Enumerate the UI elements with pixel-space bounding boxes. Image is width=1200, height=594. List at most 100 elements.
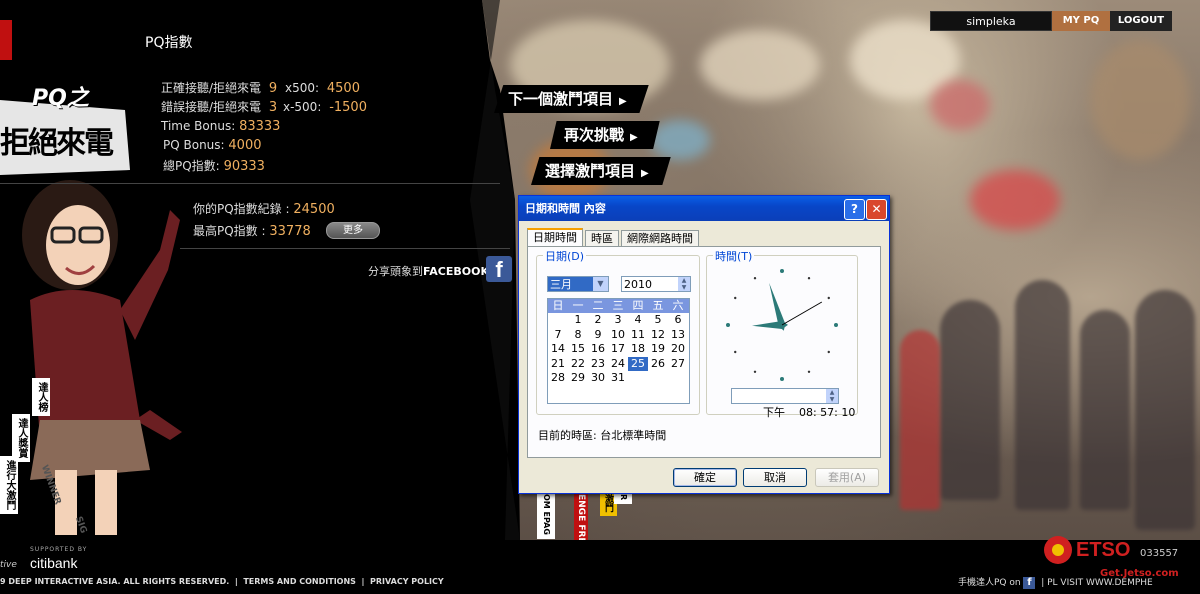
- calendar-week: 14 15 16 17 18 19 20: [548, 342, 689, 357]
- next-challenge-button[interactable]: 下一個激鬥項目 ▶: [494, 85, 649, 113]
- tag-rewards[interactable]: 達人獎賞: [12, 414, 30, 462]
- tab-date-time[interactable]: 日期時間: [527, 228, 583, 248]
- wrong-label: 錯誤接聽/拒絕來電: [161, 100, 262, 114]
- calendar-day[interactable]: 29: [568, 371, 588, 386]
- calendar-day[interactable]: 16: [588, 342, 608, 357]
- weekday-header: 一: [572, 299, 584, 312]
- calendar-day[interactable]: 26: [648, 357, 668, 372]
- calendar-day: [648, 371, 668, 386]
- calendar-day[interactable]: 25: [628, 356, 648, 371]
- spinner-arrows-icon[interactable]: ▲ ▼: [826, 389, 838, 403]
- select-challenge-button[interactable]: 選擇激鬥項目 ▶: [531, 157, 671, 185]
- ok-button[interactable]: 確定: [673, 468, 737, 487]
- mobile-pq-label: 手機達人PQ on: [958, 578, 1021, 588]
- calendar-day[interactable]: 27: [668, 357, 688, 372]
- total-label: 總PQ指數:: [163, 159, 220, 173]
- spinner-arrows-icon[interactable]: ▲ ▼: [678, 277, 690, 291]
- clock-tick: [834, 323, 838, 327]
- apply-button[interactable]: 套用(A): [815, 468, 879, 487]
- close-icon[interactable]: ✕: [866, 199, 887, 220]
- wrong-row: 錯誤接聽/拒絕來電 3 x-500: -1500: [161, 98, 367, 115]
- calendar-grid[interactable]: 日一二三四五六 1 2 3 4 5 6 7 8 9 10 11 12 13 14 15 16 17 18 19 20 2…: [547, 298, 690, 404]
- tab-panel: 日期(D) 三月 ▼ 2010 ▲ ▼ 日一二三四五六 1 2 3 4 5 6 7 8 9 10 11…: [527, 246, 881, 458]
- watermark-logo: ETSO Get.Jetso.com: [1040, 520, 1200, 590]
- total-value: 90333: [223, 159, 265, 174]
- calendar-day[interactable]: 15: [568, 342, 588, 357]
- tab-internet-time[interactable]: 網際網路時間: [621, 230, 699, 247]
- calendar-day[interactable]: 28: [548, 371, 568, 386]
- calendar-week: 123456: [548, 313, 689, 328]
- select-challenge-label: 選擇激鬥項目: [545, 162, 636, 180]
- svg-text:ETSO: ETSO: [1076, 539, 1130, 561]
- privacy-link[interactable]: PRIVACY POLICY: [370, 577, 444, 586]
- more-button[interactable]: 更多: [326, 222, 380, 239]
- calendar-day[interactable]: 3: [608, 313, 628, 328]
- terms-link[interactable]: TERMS AND CONDITIONS: [243, 577, 356, 586]
- correct-label: 正確接聽/拒絕來電: [161, 81, 262, 95]
- calendar-day[interactable]: 21: [548, 357, 568, 372]
- weekday-header: 三: [612, 299, 624, 312]
- calendar-day[interactable]: 20: [668, 342, 688, 357]
- calendar-day[interactable]: 31: [608, 371, 628, 386]
- clock-tick: [827, 296, 830, 300]
- clock-tick: [734, 350, 737, 354]
- calendar-day[interactable]: 6: [668, 313, 688, 328]
- tag-leaderboard[interactable]: 達人榜: [32, 378, 50, 416]
- calendar-day[interactable]: 8: [568, 328, 588, 343]
- calendar-day[interactable]: 30: [588, 371, 608, 386]
- my-pq-button[interactable]: MY PQ: [1052, 11, 1110, 31]
- calendar-day[interactable]: 2: [588, 313, 608, 328]
- chevron-down-icon[interactable]: ▼: [593, 277, 608, 291]
- calendar-day[interactable]: 19: [648, 342, 668, 357]
- tag-epag[interactable]: OM EPAG: [537, 490, 555, 539]
- game-title-sub: 拒絕來電: [0, 126, 114, 161]
- calendar-day[interactable]: 24: [608, 357, 628, 372]
- calendar-day[interactable]: 23: [588, 357, 608, 372]
- calendar-day: [668, 371, 688, 386]
- calendar-day: [628, 371, 648, 386]
- time-group: 時間(T) 下午 08: 57: 10 ▲ ▼: [706, 248, 858, 419]
- time-input[interactable]: 下午 08: 57: 10 ▲ ▼: [731, 388, 855, 419]
- calendar-days[interactable]: 1 2 3 4 5 6 7 8 9 10 11 12 13 14 15 16 17 18 19 20 21 22 23 24 2…: [548, 313, 689, 386]
- cancel-button[interactable]: 取消: [743, 468, 807, 487]
- best-label: 最高PQ指數 :: [193, 224, 266, 238]
- year-spinner[interactable]: 2010 ▲ ▼: [621, 276, 691, 292]
- logout-button[interactable]: LOGOUT: [1110, 11, 1172, 31]
- calendar-day[interactable]: 12: [648, 328, 668, 343]
- calendar-day[interactable]: 13: [668, 328, 688, 343]
- correct-value: 4500: [326, 81, 360, 96]
- dialog-titlebar[interactable]: 日期和時間 內容 ? ✕: [519, 196, 889, 221]
- facebook-icon[interactable]: f: [486, 256, 512, 282]
- time-value: 下午 08: 57: 10: [762, 406, 856, 419]
- divider-bottom: [180, 248, 510, 249]
- retry-button[interactable]: 再次挑戰 ▶: [550, 121, 660, 149]
- tab-timezone[interactable]: 時區: [585, 230, 619, 247]
- calendar-day[interactable]: 17: [608, 342, 628, 357]
- calendar-day[interactable]: 18: [628, 342, 648, 357]
- copyright: 9 DEEP INTERACTIVE ASIA. ALL RIGHTS RESE…: [0, 577, 230, 586]
- calendar-day[interactable]: 22: [568, 357, 588, 372]
- retry-label: 再次挑戰: [564, 126, 625, 144]
- arrow-right-icon: ▶: [619, 96, 627, 107]
- share-facebook-link[interactable]: 分享頭象到FACEBOOK: [368, 263, 489, 279]
- facebook-small-icon[interactable]: f: [1023, 576, 1036, 589]
- month-select[interactable]: 三月 ▼: [547, 276, 609, 292]
- wrong-count: 3: [268, 100, 278, 115]
- calendar-day[interactable]: 7: [548, 328, 568, 343]
- dialog-title: 日期和時間 內容: [525, 202, 606, 215]
- calendar-day[interactable]: 9: [588, 328, 608, 343]
- help-icon[interactable]: ?: [844, 199, 865, 220]
- date-time-dialog: 日期和時間 內容 ? ✕ 日期時間 時區 網際網路時間 日期(D) 三月 ▼ 2…: [518, 195, 890, 494]
- divider-top: [0, 183, 500, 184]
- calendar-day[interactable]: 11: [628, 328, 648, 343]
- calendar-day[interactable]: 14: [548, 342, 568, 357]
- month-value: 三月: [550, 278, 572, 291]
- calendar-day[interactable]: 10: [608, 328, 628, 343]
- record-row: 你的PQ指數紀錄 : 24500: [193, 200, 335, 217]
- calendar-day[interactable]: 1: [568, 313, 588, 328]
- tag-battle[interactable]: 進行大激鬥: [0, 456, 18, 514]
- calendar-day[interactable]: 4: [628, 313, 648, 328]
- tag-challenge[interactable]: ENGE FRE: [574, 490, 588, 548]
- calendar-day: [548, 313, 568, 328]
- calendar-day[interactable]: 5: [648, 313, 668, 328]
